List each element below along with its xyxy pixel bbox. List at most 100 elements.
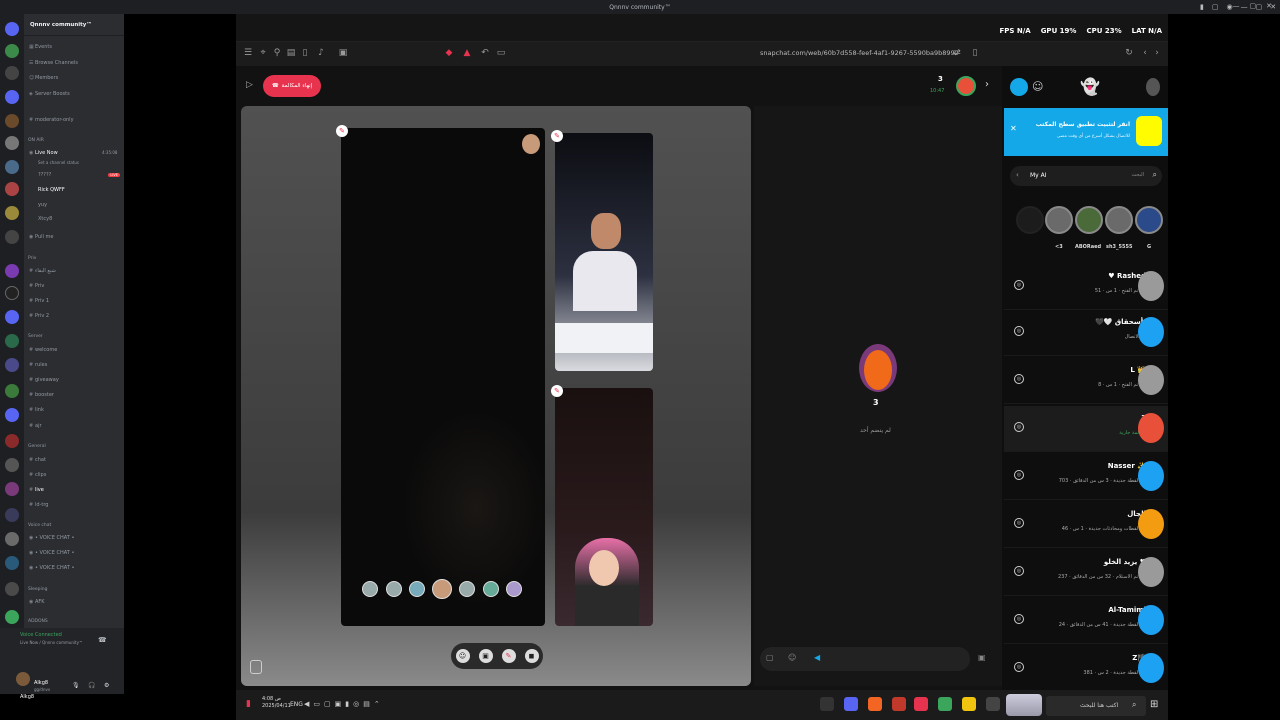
chevron-left-icon[interactable]: ‹ [1016, 171, 1019, 179]
server-icon[interactable] [5, 66, 19, 80]
channel-item[interactable]: # شبع البقاء [29, 268, 56, 274]
voice-channel[interactable]: ◉ • VOICE CHAT • [29, 565, 74, 571]
tabs-icon[interactable]: ▤ [286, 48, 296, 58]
server-icon[interactable] [5, 22, 19, 36]
search-input[interactable]: ‹ My AI البحث ⌕ [1010, 166, 1162, 186]
attachment-icon[interactable]: ▢ [766, 653, 774, 662]
snapchat-ghost-icon[interactable]: 👻 [1080, 77, 1100, 96]
mic-toggle-icon[interactable]: ✎ [501, 649, 516, 663]
add-friend-icon[interactable]: ☺ [1032, 80, 1043, 93]
nav-back-icon[interactable]: ‹ [1140, 48, 1150, 58]
location-icon[interactable]: ⌖ [258, 48, 268, 58]
server-icon[interactable] [5, 160, 19, 174]
channel-item[interactable]: # Priv [29, 283, 44, 289]
friend-avatar[interactable] [1138, 317, 1164, 347]
friend-avatar[interactable] [1138, 509, 1164, 539]
server-icon[interactable] [5, 582, 19, 596]
channel-item[interactable]: # live [29, 487, 44, 493]
clock[interactable]: 4:08 ص 2025/04/11 [262, 696, 291, 710]
channel-item[interactable]: ☰ Browse Channels [29, 60, 78, 66]
camera-reply-icon[interactable]: ◎ [1014, 280, 1024, 290]
send-icon[interactable]: ◀ [814, 653, 820, 662]
channel-item[interactable]: # welcome [29, 347, 57, 353]
story-avatar[interactable] [1105, 206, 1133, 234]
mic-tray-icon[interactable]: ▮ [345, 700, 349, 708]
music-icon[interactable]: ♪ [316, 48, 326, 58]
share-icon[interactable]: ⇄ [952, 48, 962, 58]
friend-row[interactable]: ◎3مكالمة جارية [1004, 406, 1168, 452]
server-icon[interactable] [5, 334, 19, 348]
bookmark-icon[interactable]: ▯ [970, 48, 980, 58]
taskbar-brave-icon[interactable] [914, 697, 928, 711]
voice-channel[interactable]: ◉ • VOICE CHAT • [29, 535, 74, 541]
screen-share-icon[interactable]: ▣ [478, 649, 493, 663]
story-avatar[interactable] [1075, 206, 1103, 234]
server-icon[interactable] [5, 384, 19, 398]
friend-row[interactable]: ◎ Nasser ✨ لقطة جديدة · 3 س من الدقائق · 7… [1004, 454, 1168, 500]
lens-icon-selected[interactable] [432, 579, 452, 599]
tray-icon[interactable]: ◉ [1226, 3, 1232, 11]
chevron-up-icon[interactable]: ⌃ [374, 700, 380, 708]
category-label[interactable]: Server [28, 334, 43, 339]
friend-row[interactable]: ◎L 👑تم الفتح · 1 س · 8 🔥 [1004, 358, 1168, 404]
taskbar-app-icon[interactable] [892, 697, 906, 711]
channel-item[interactable]: # chat [29, 457, 46, 463]
screen-icon[interactable]: ▭ [496, 48, 506, 58]
speaker-icon[interactable]: ◀ [304, 700, 309, 708]
minimize-icon[interactable]: — [1241, 3, 1248, 11]
brave-icon[interactable]: ▲ [462, 48, 472, 58]
server-icon[interactable] [5, 286, 19, 300]
friend-row[interactable]: ◎ 🖤🤍 بأسحقاق تم الاتصال [1004, 310, 1168, 356]
play-icon[interactable]: ▷ [246, 80, 253, 90]
sidebar-icon[interactable]: ▣ [338, 48, 348, 58]
server-icon[interactable] [5, 182, 19, 196]
panel-icon[interactable]: ▯ [300, 48, 310, 58]
chevron-right-icon[interactable]: › [985, 79, 989, 90]
channel-item[interactable]: ◈ Server Boosts [29, 91, 70, 97]
menu-icon[interactable]: ☰ [243, 48, 253, 58]
friend-row[interactable]: ◎♥ Rashedتم الفتح · 1 س · 51 🔥 [1004, 264, 1168, 310]
camera-reply-icon[interactable]: ◎ [1014, 470, 1024, 480]
lens-icon[interactable] [459, 581, 475, 597]
extension-icon[interactable]: ⚲ [272, 48, 282, 58]
new-chat-icon[interactable] [1010, 78, 1028, 96]
friend-row[interactable]: ◎يزيد الخلو ♥تم الاستلام · 32 س من الدقا… [1004, 550, 1168, 596]
tray-icon[interactable]: ▤ [363, 700, 370, 708]
lens-icon[interactable] [386, 581, 402, 597]
server-icon[interactable] [5, 408, 19, 422]
friend-avatar[interactable] [1138, 271, 1164, 301]
category-label[interactable]: Voice chat [28, 523, 51, 528]
friend-row[interactable]: ◎الجاللقطات ومحادثات جديدة · 1 س · 46 🔥 [1004, 502, 1168, 548]
camera-reply-icon[interactable]: ◎ [1014, 374, 1024, 384]
voice-user[interactable]: Rick QWFF [38, 187, 65, 193]
channel-item[interactable]: ☺Members [29, 75, 58, 81]
friend-avatar[interactable] [1138, 365, 1164, 395]
camera-reply-icon[interactable]: ◎ [1014, 326, 1024, 336]
camera-reply-icon[interactable]: ◎ [1014, 518, 1024, 528]
server-icon[interactable] [5, 532, 19, 546]
category-label[interactable]: Sleeping [28, 587, 47, 592]
friend-avatar[interactable] [1138, 605, 1164, 635]
camera-small-icon[interactable]: ▣ [978, 653, 986, 662]
friend-avatar[interactable] [1138, 653, 1164, 683]
tray-icon[interactable]: ▣ [335, 700, 342, 708]
taskbar-app-icon[interactable] [938, 697, 952, 711]
friend-avatar[interactable] [1138, 461, 1164, 491]
server-icon[interactable] [5, 206, 19, 220]
friend-row[interactable]: ◎Z🏴لقطة جديدة · 2 س · 381 🔥 [1004, 646, 1168, 692]
my-ai-label[interactable]: My AI [1030, 172, 1047, 179]
channel-item[interactable]: # Priv 1 [29, 298, 49, 304]
lens-icon[interactable] [506, 581, 522, 597]
voice-user[interactable]: ????? [38, 172, 51, 178]
category-label[interactable]: General [28, 444, 46, 449]
lens-icon[interactable] [483, 581, 499, 597]
tray-icon[interactable]: ▢ [1212, 3, 1219, 11]
taskbar-app-icon[interactable] [820, 697, 834, 711]
disconnect-icon[interactable]: ☎ [98, 636, 107, 644]
address-bar[interactable]: snapchat.com/web/60b7d558-feef-4af1-9267… [760, 49, 959, 57]
story-avatar[interactable] [1045, 206, 1073, 234]
voice-channel[interactable]: ◉ AFK [29, 599, 45, 605]
channel-item[interactable]: # Priv 2 [29, 313, 49, 319]
category-label[interactable]: ADDONS [28, 619, 48, 624]
close-icon[interactable]: ✕ [1270, 3, 1276, 11]
